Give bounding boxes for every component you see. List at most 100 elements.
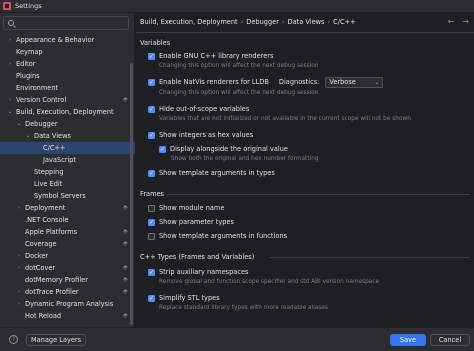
sidebar-item[interactable]: Hot Reload ⬘ bbox=[0, 310, 135, 322]
project-level-icon: ⬘ bbox=[123, 96, 128, 103]
sidebar-item[interactable]: Keymap bbox=[0, 46, 135, 58]
chevron-right-icon[interactable]: › bbox=[15, 250, 23, 262]
parameter-types-option[interactable]: ✓ Show parameter types bbox=[148, 217, 234, 227]
sidebar-item-label: C/C++ bbox=[43, 144, 66, 152]
sidebar-item-label: JavaScript bbox=[43, 156, 77, 164]
breadcrumb-item[interactable]: Data Views bbox=[288, 18, 325, 26]
project-level-icon: ⬘ bbox=[123, 288, 128, 295]
gnu-renderers-checkbox[interactable]: ✓ bbox=[148, 52, 155, 60]
display-original-hint: Show both the original and hex number fo… bbox=[171, 156, 319, 162]
module-name-checkbox[interactable] bbox=[148, 204, 155, 212]
diagnostics-selected-value: Verbose bbox=[329, 78, 356, 86]
sidebar-scrollbar[interactable] bbox=[130, 63, 133, 325]
sidebar-item[interactable]: › Editor bbox=[0, 58, 135, 70]
template-args-types-checkbox[interactable]: ✓ bbox=[148, 169, 155, 177]
natvis-option[interactable]: ✓ Enable NatVis renderers for LLDB Diagn… bbox=[148, 76, 384, 88]
chevron-right-icon[interactable]: › bbox=[6, 34, 14, 46]
chevron-down-icon[interactable]: ⌄ bbox=[24, 130, 32, 142]
diagnostics-label: Diagnostics: bbox=[278, 78, 320, 86]
chevron-right-icon[interactable]: › bbox=[15, 262, 23, 274]
project-level-icon: ⬘ bbox=[123, 204, 128, 211]
project-level-icon: ⬘ bbox=[123, 264, 128, 271]
sidebar-item-label: Live Edit bbox=[34, 180, 63, 188]
parameter-types-checkbox[interactable]: ✓ bbox=[148, 218, 155, 226]
breadcrumb-separator: › bbox=[281, 18, 285, 26]
out-of-scope-checkbox[interactable]: ✓ bbox=[148, 105, 155, 113]
sidebar-item[interactable]: › Deployment ⬘ bbox=[0, 202, 135, 214]
module-name-option[interactable]: Show module name bbox=[148, 203, 224, 213]
sidebar-item[interactable]: › dotTrace Profiler ⬘ bbox=[0, 286, 135, 298]
sidebar-item[interactable]: › Version Control ⬘ bbox=[0, 94, 135, 106]
chevron-right-icon[interactable]: › bbox=[6, 94, 14, 106]
sidebar-item[interactable]: ⌄ Build, Execution, Deployment bbox=[0, 106, 135, 118]
forward-arrow-icon[interactable]: → bbox=[462, 17, 469, 26]
natvis-checkbox[interactable]: ✓ bbox=[148, 78, 155, 86]
sidebar-item-label: Editor bbox=[16, 60, 36, 68]
integers-hex-option[interactable]: ✓ Show integers as hex values bbox=[148, 130, 253, 140]
sidebar-item[interactable]: › Dynamic Program Analysis bbox=[0, 298, 135, 310]
simplify-stl-hint: Replace standard library types with more… bbox=[159, 305, 328, 311]
sidebar-item[interactable]: Stepping bbox=[0, 166, 135, 178]
breadcrumb-item[interactable]: Debugger bbox=[246, 18, 279, 26]
sidebar-item[interactable]: ⌄ Data Views bbox=[0, 130, 135, 142]
simplify-stl-checkbox[interactable]: ✓ bbox=[148, 294, 155, 302]
sidebar-item[interactable]: › Docker bbox=[0, 250, 135, 262]
help-icon[interactable]: ? bbox=[9, 335, 18, 344]
sidebar-item-label: Plugins bbox=[16, 72, 40, 80]
sidebar-item[interactable]: Symbol Servers bbox=[0, 190, 135, 202]
chevron-right-icon[interactable]: › bbox=[15, 298, 23, 310]
sidebar-item-label: dotCover bbox=[25, 264, 56, 272]
section-title-variables: Variables bbox=[140, 39, 171, 47]
sidebar-item-label: dotTrace Profiler bbox=[25, 288, 79, 296]
sidebar-item-label: Data Views bbox=[34, 132, 71, 140]
cancel-button[interactable]: Cancel bbox=[430, 334, 470, 346]
sidebar-item-label: Docker bbox=[25, 252, 49, 260]
natvis-hint: Changing this option will affect the nex… bbox=[159, 90, 319, 96]
sidebar-item[interactable]: C/C++ bbox=[0, 142, 135, 154]
sidebar-item[interactable]: › Appearance & Behavior bbox=[0, 34, 135, 46]
sidebar-item[interactable]: Coverage ⬘ bbox=[0, 238, 135, 250]
chevron-right-icon[interactable]: › bbox=[6, 58, 14, 70]
project-level-icon: ⬘ bbox=[123, 228, 128, 235]
display-original-checkbox[interactable]: ✓ bbox=[159, 145, 166, 153]
breadcrumb-item-current: C/C++ bbox=[333, 18, 356, 26]
breadcrumb-item[interactable]: Build, Execution, Deployment bbox=[140, 18, 238, 26]
save-button[interactable]: Save bbox=[390, 334, 426, 346]
sidebar-item[interactable]: Live Edit bbox=[0, 178, 135, 190]
chevron-right-icon[interactable]: › bbox=[15, 202, 23, 214]
sidebar-item[interactable]: › dotCover ⬘ bbox=[0, 262, 135, 274]
chevron-down-icon[interactable]: ⌄ bbox=[6, 106, 14, 118]
strip-namespaces-checkbox[interactable]: ✓ bbox=[148, 268, 155, 276]
simplify-stl-option[interactable]: ✓ Simplify STL types bbox=[148, 293, 220, 303]
strip-namespaces-option[interactable]: ✓ Strip auxiliary namespaces bbox=[148, 267, 248, 277]
project-level-icon: ⬘ bbox=[123, 276, 128, 283]
sidebar-item[interactable]: Environment bbox=[0, 82, 135, 94]
diagnostics-dropdown[interactable]: Verbose ⌄ bbox=[325, 76, 384, 88]
template-args-functions-label: Show template arguments in functions bbox=[159, 232, 288, 240]
sidebar-item[interactable]: Apple Platforms ⬘ bbox=[0, 226, 135, 238]
manage-layers-button[interactable]: Manage Layers bbox=[26, 334, 86, 346]
back-arrow-icon[interactable]: ← bbox=[448, 17, 455, 26]
sidebar-item[interactable]: dotMemory Profiler ⬘ bbox=[0, 274, 135, 286]
settings-sidebar: › Appearance & Behavior Keymap › Editor Plugi… bbox=[0, 13, 135, 327]
template-args-types-option[interactable]: ✓ Show template arguments in types bbox=[148, 168, 275, 178]
sidebar-item[interactable]: JavaScript bbox=[0, 154, 135, 166]
template-args-functions-option[interactable]: Show template arguments in functions bbox=[148, 231, 287, 241]
title-bar: Settings bbox=[0, 0, 474, 13]
section-divider bbox=[166, 194, 470, 195]
sidebar-item[interactable]: .NET Console bbox=[0, 214, 135, 226]
gnu-renderers-option[interactable]: ✓ Enable GNU C++ library renderers bbox=[148, 51, 273, 61]
out-of-scope-option[interactable]: ✓ Hide out-of-scope variables bbox=[148, 104, 249, 114]
chevron-down-icon[interactable]: ⌄ bbox=[15, 118, 23, 130]
display-original-option[interactable]: ✓ Display alongside the original value bbox=[159, 144, 288, 154]
breadcrumb-separator: › bbox=[327, 18, 331, 26]
template-args-functions-checkbox[interactable] bbox=[148, 232, 155, 240]
sidebar-item[interactable]: ⌄ Debugger bbox=[0, 118, 135, 130]
integers-hex-checkbox[interactable]: ✓ bbox=[148, 131, 155, 139]
window-title: Settings bbox=[15, 2, 42, 10]
chevron-right-icon[interactable]: › bbox=[15, 286, 23, 298]
dialog-footer: ? Manage Layers Save Cancel bbox=[0, 327, 474, 351]
sidebar-item[interactable]: Plugins bbox=[0, 70, 135, 82]
sidebar-item-label: Symbol Servers bbox=[34, 192, 86, 200]
settings-search-field[interactable] bbox=[3, 16, 129, 30]
